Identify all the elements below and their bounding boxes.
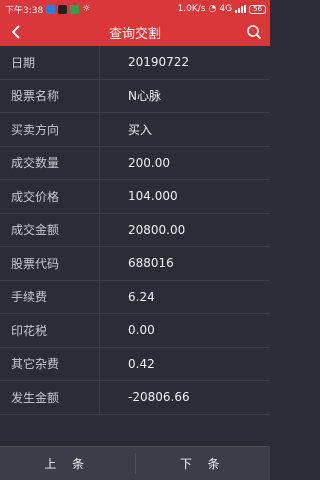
search-button[interactable] bbox=[244, 22, 264, 42]
row-label: 手续费 bbox=[0, 280, 100, 313]
row-label: 成交金额 bbox=[0, 213, 100, 246]
battery-level: 56 bbox=[253, 5, 262, 13]
table-row: 成交数量 200.00 bbox=[0, 146, 270, 180]
bottom-nav: 上 条 下 条 bbox=[0, 446, 270, 480]
row-value: 6.24 bbox=[128, 289, 155, 304]
row-value: 0.00 bbox=[128, 323, 155, 338]
table-row: 成交价格 104.000 bbox=[0, 180, 270, 214]
table-row: 其它杂费 0.42 bbox=[0, 347, 270, 381]
notification-app-icon bbox=[58, 4, 68, 14]
table-row: 手续费 6.24 bbox=[0, 280, 270, 314]
row-label: 其它杂费 bbox=[0, 347, 100, 380]
signal-icon bbox=[235, 5, 247, 13]
table-row: 买卖方向 买入 bbox=[0, 113, 270, 147]
row-value: 0.42 bbox=[128, 356, 155, 371]
detail-table: 日期 20190722 股票名称 N心脉 买卖方向 买入 成交数量 200.00… bbox=[0, 46, 270, 415]
status-bar: 下午3:38 ☼ 1.0K/s ◔ 4G 56 bbox=[0, 0, 270, 18]
network-type: 4G bbox=[219, 4, 233, 14]
prev-record-button[interactable]: 上 条 bbox=[0, 447, 135, 480]
table-row: 日期 20190722 bbox=[0, 46, 270, 80]
back-button[interactable] bbox=[6, 22, 26, 42]
table-row: 股票代码 688016 bbox=[0, 247, 270, 281]
row-label: 成交价格 bbox=[0, 180, 100, 213]
status-time: 下午3:38 bbox=[5, 5, 44, 16]
row-value: N心脉 bbox=[128, 89, 161, 104]
chevron-left-icon bbox=[11, 25, 20, 39]
row-value: 20800.00 bbox=[128, 222, 186, 237]
table-row: 成交金额 20800.00 bbox=[0, 213, 270, 247]
notification-app-icon bbox=[46, 4, 56, 14]
next-record-button[interactable]: 下 条 bbox=[136, 447, 271, 480]
row-value: 104.000 bbox=[128, 189, 178, 204]
app-header: 查询交割 bbox=[0, 18, 270, 46]
page-title: 查询交割 bbox=[108, 26, 161, 42]
brightness-icon: ☼ bbox=[82, 4, 91, 14]
table-row: 印花税 0.00 bbox=[0, 314, 270, 348]
row-value: 688016 bbox=[128, 256, 174, 271]
row-value: 买入 bbox=[128, 122, 153, 137]
row-label: 印花税 bbox=[0, 314, 100, 347]
row-label: 发生金额 bbox=[0, 381, 100, 414]
row-label: 成交数量 bbox=[0, 146, 100, 179]
table-row: 发生金额 -20806.66 bbox=[0, 381, 270, 415]
row-value: 200.00 bbox=[128, 155, 170, 170]
network-speed: 1.0K/s bbox=[177, 4, 206, 14]
table-row: 股票名称 N心脉 bbox=[0, 79, 270, 113]
notification-app-icon bbox=[70, 4, 80, 14]
row-label: 股票名称 bbox=[0, 79, 100, 112]
row-label: 买卖方向 bbox=[0, 113, 100, 146]
row-value: -20806.66 bbox=[128, 390, 190, 405]
wifi-icon: ◔ bbox=[208, 4, 217, 14]
row-label: 日期 bbox=[0, 46, 100, 79]
search-icon bbox=[247, 25, 262, 40]
row-value: 20190722 bbox=[128, 55, 190, 70]
row-label: 股票代码 bbox=[0, 247, 100, 280]
battery-icon: 56 bbox=[249, 4, 266, 14]
